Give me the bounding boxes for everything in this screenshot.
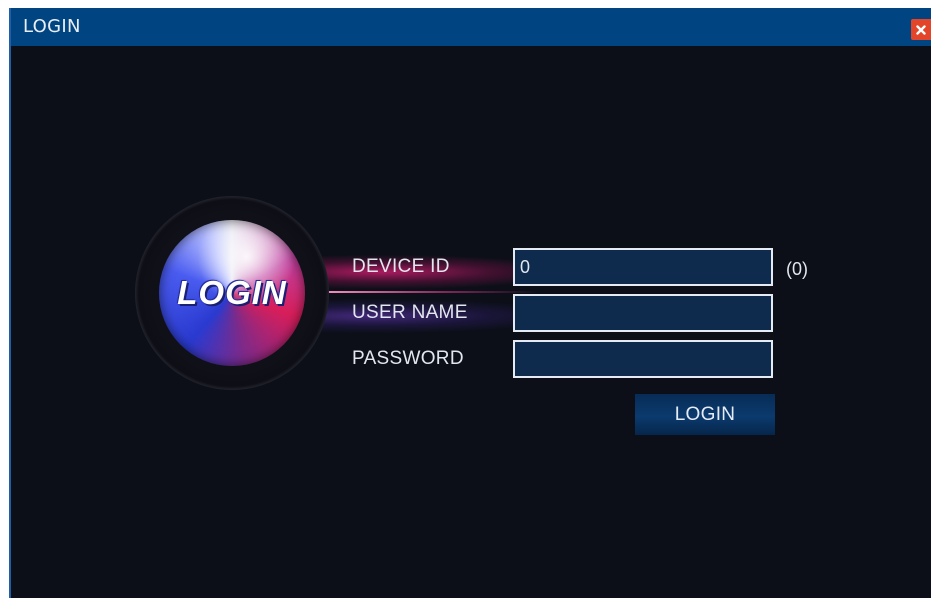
login-window: LOGIN LOGIN DEVICE ID (0) USER NAME PASS… <box>9 8 931 598</box>
title-bar: LOGIN <box>11 8 931 46</box>
login-button[interactable]: LOGIN <box>635 394 775 435</box>
close-icon <box>916 24 926 35</box>
user-name-input[interactable] <box>513 294 773 332</box>
close-button[interactable] <box>911 19 931 40</box>
login-emblem: LOGIN <box>135 196 329 390</box>
password-label: PASSWORD <box>352 348 464 369</box>
device-id-hint: (0) <box>786 259 808 279</box>
user-name-label: USER NAME <box>352 302 468 323</box>
glow-line <box>327 291 537 293</box>
password-input[interactable] <box>513 340 773 378</box>
device-id-label: DEVICE ID <box>352 256 450 277</box>
window-title: LOGIN <box>23 16 81 37</box>
emblem-text: LOGIN <box>177 274 287 311</box>
device-id-input[interactable] <box>513 248 773 286</box>
